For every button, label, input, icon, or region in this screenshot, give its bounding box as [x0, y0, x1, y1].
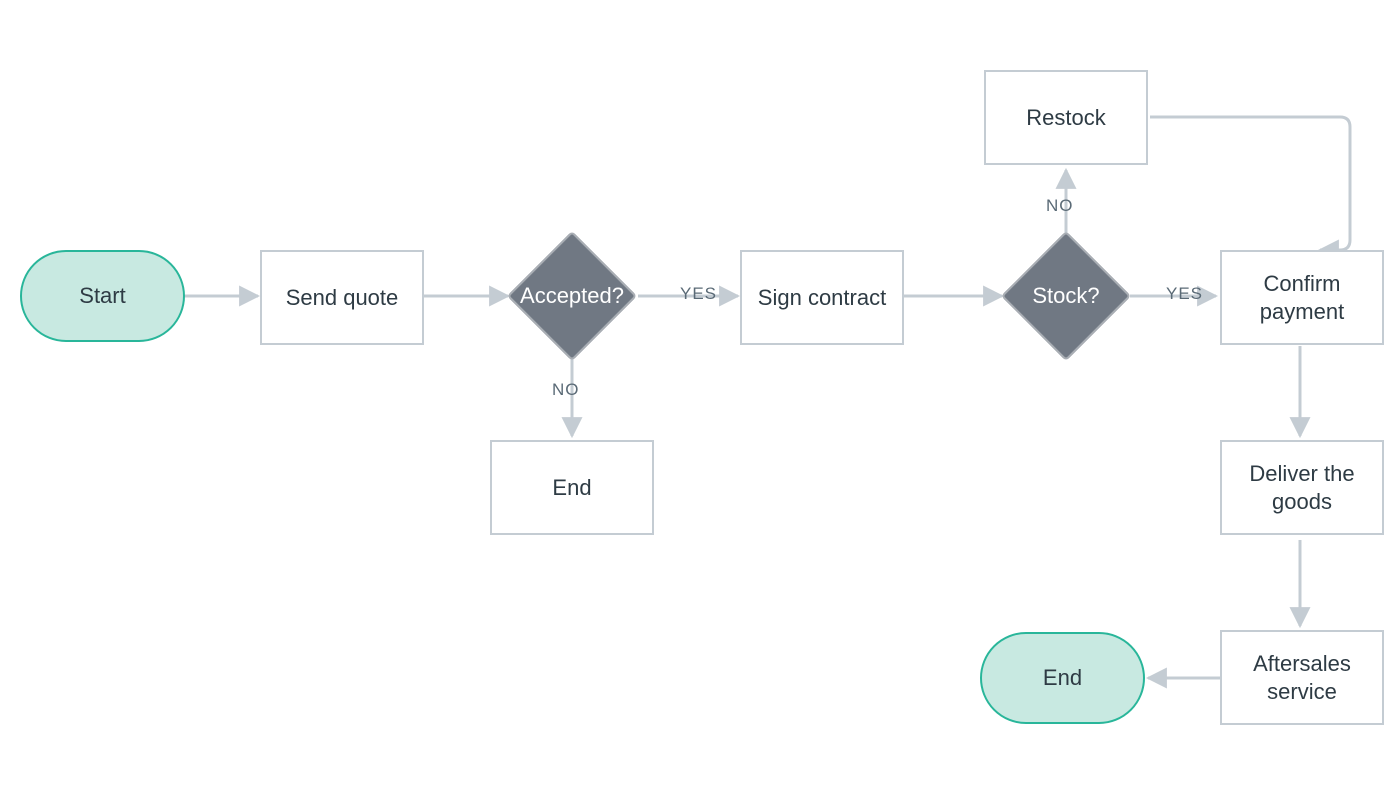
node-label: Stock? — [1032, 282, 1099, 310]
terminator-start: Start — [20, 250, 185, 342]
process-confirm-payment: Confirm payment — [1220, 250, 1384, 345]
process-deliver-goods: Deliver the goods — [1220, 440, 1384, 535]
node-label: Accepted? — [520, 282, 624, 310]
terminator-end: End — [980, 632, 1145, 724]
node-label: Sign contract — [758, 284, 886, 312]
decision-accepted: Accepted? — [526, 250, 618, 342]
process-sign-contract: Sign contract — [740, 250, 904, 345]
flowchart-canvas: Start Send quote Accepted? YES NO End Si… — [0, 0, 1400, 800]
arrows-layer — [0, 0, 1400, 800]
node-label: Send quote — [286, 284, 399, 312]
process-restock: Restock — [984, 70, 1148, 165]
node-label: Start — [79, 282, 125, 310]
node-label: End — [1043, 664, 1082, 692]
node-label: Confirm payment — [1228, 270, 1376, 325]
edge-label-accepted-yes: YES — [680, 284, 717, 304]
edge-label-accepted-no: NO — [552, 380, 580, 400]
node-label: Deliver the goods — [1228, 460, 1376, 515]
process-aftersales: Aftersales service — [1220, 630, 1384, 725]
node-label: Restock — [1026, 104, 1105, 132]
node-label: Aftersales service — [1228, 650, 1376, 705]
process-send-quote: Send quote — [260, 250, 424, 345]
decision-stock: Stock? — [1020, 250, 1112, 342]
edge-label-stock-no: NO — [1046, 196, 1074, 216]
process-end-1: End — [490, 440, 654, 535]
edge-label-stock-yes: YES — [1166, 284, 1203, 304]
node-label: End — [552, 474, 591, 502]
